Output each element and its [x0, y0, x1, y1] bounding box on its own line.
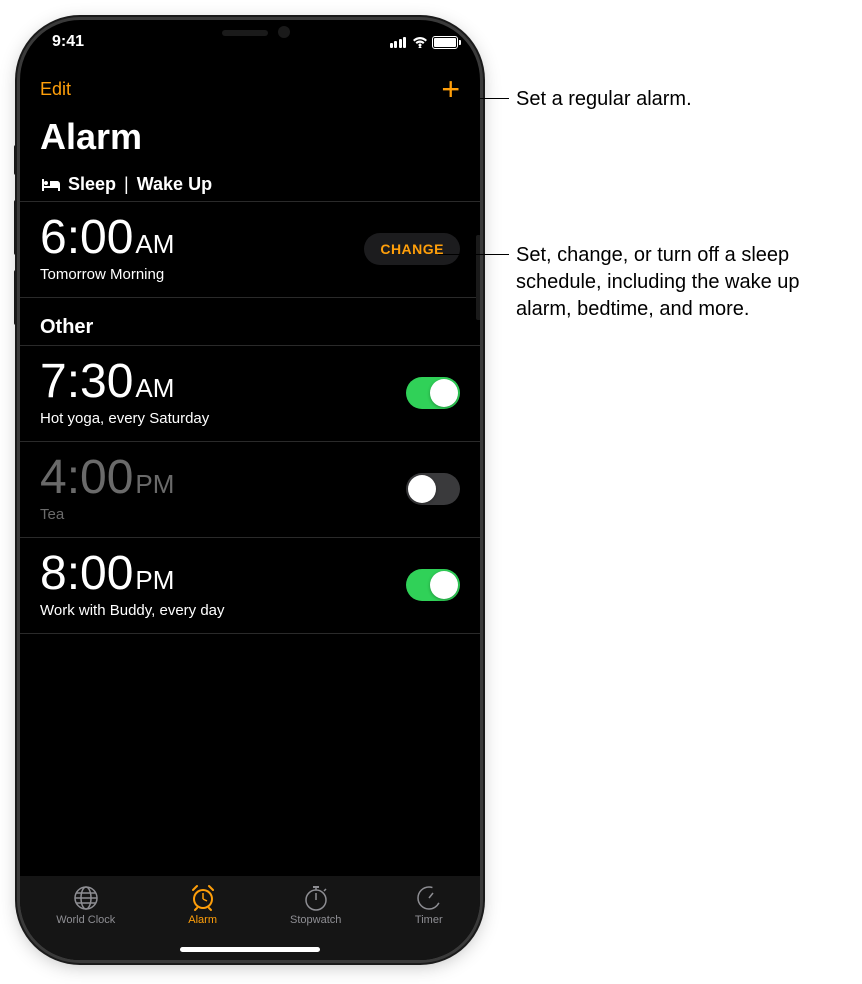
status-time: 9:41 — [42, 33, 84, 51]
sleep-alarm-ampm: AM — [135, 231, 174, 257]
alarm-time: 8:00 PM — [40, 550, 225, 598]
navbar: Edit + — [20, 64, 480, 108]
tab-timer[interactable]: Timer — [414, 884, 444, 926]
alarm-info: 8:00 PM Work with Buddy, every day — [40, 550, 225, 619]
side-button-silent — [14, 145, 19, 175]
stopwatch-icon — [301, 884, 331, 912]
side-button-power — [476, 235, 480, 320]
sleep-divider: | — [124, 174, 129, 195]
sleep-alarm-time: 6:00 AM — [40, 214, 174, 262]
alarm-ampm: PM — [135, 567, 174, 593]
side-button-volume-down — [14, 270, 19, 325]
alarm-info: 4:00 PM Tea — [40, 454, 174, 523]
change-button[interactable]: CHANGE — [364, 233, 460, 265]
callout-change-schedule: Set, change, or turn off a sleep schedul… — [516, 242, 856, 323]
globe-icon — [71, 884, 101, 912]
tab-stopwatch[interactable]: Stopwatch — [290, 884, 341, 926]
battery-icon — [432, 36, 458, 49]
alarm-ampm: PM — [135, 471, 174, 497]
wakeup-label: Wake Up — [137, 174, 212, 195]
tab-label: Timer — [415, 914, 443, 926]
status-icons — [390, 36, 459, 49]
timer-icon — [414, 884, 444, 912]
alarm-toggle[interactable] — [406, 569, 460, 601]
alarm-toggle[interactable] — [406, 473, 460, 505]
sleep-label: Sleep — [68, 174, 116, 195]
side-button-volume-up — [14, 200, 19, 255]
phone-frame: 9:41 Edit + Alarm Sleep | Wake Up 6:00 — [20, 20, 480, 960]
callout-line — [438, 254, 509, 255]
alarm-ampm: AM — [135, 375, 174, 401]
sleep-section-header: Sleep | Wake Up — [20, 166, 480, 202]
tab-label: Stopwatch — [290, 914, 341, 926]
other-alarm-row-2: 8:00 PM Work with Buddy, every day — [20, 538, 480, 634]
tab-world-clock[interactable]: World Clock — [56, 884, 115, 926]
notch — [150, 20, 350, 52]
other-alarm-row-0: 7:30 AM Hot yoga, every Saturday — [20, 346, 480, 442]
alarm-info: 7:30 AM Hot yoga, every Saturday — [40, 358, 209, 427]
alarm-label: Work with Buddy, every day — [40, 602, 225, 619]
home-indicator[interactable] — [180, 947, 320, 952]
alarm-label: Tea — [40, 506, 174, 523]
tab-bar: World Clock Alarm Stopwatch Timer — [20, 876, 480, 960]
sleep-alarm-row: 6:00 AM Tomorrow Morning CHANGE — [20, 202, 480, 298]
callout-line — [444, 98, 509, 99]
callout-add-alarm: Set a regular alarm. — [516, 86, 692, 113]
alarm-clock-icon — [188, 884, 218, 912]
alarm-time-value: 4:00 — [40, 454, 133, 502]
tab-label: World Clock — [56, 914, 115, 926]
sleep-alarm-info: 6:00 AM Tomorrow Morning — [40, 214, 174, 283]
alarm-time-value: 7:30 — [40, 358, 133, 406]
page-title: Alarm — [20, 108, 480, 166]
other-section-header: Other — [20, 298, 480, 346]
sleep-alarm-subtitle: Tomorrow Morning — [40, 266, 174, 283]
other-alarm-row-1: 4:00 PM Tea — [20, 442, 480, 538]
wifi-icon — [412, 36, 428, 48]
cellular-signal-icon — [390, 37, 407, 48]
tab-alarm[interactable]: Alarm — [188, 884, 218, 926]
alarm-time: 7:30 AM — [40, 358, 209, 406]
alarm-label: Hot yoga, every Saturday — [40, 410, 209, 427]
tab-label: Alarm — [188, 914, 217, 926]
alarm-toggle[interactable] — [406, 377, 460, 409]
edit-button[interactable]: Edit — [40, 79, 71, 100]
bed-icon — [40, 177, 62, 193]
alarm-time-value: 8:00 — [40, 550, 133, 598]
add-alarm-button[interactable]: + — [441, 73, 460, 105]
sleep-alarm-time-value: 6:00 — [40, 214, 133, 262]
alarm-time: 4:00 PM — [40, 454, 174, 502]
